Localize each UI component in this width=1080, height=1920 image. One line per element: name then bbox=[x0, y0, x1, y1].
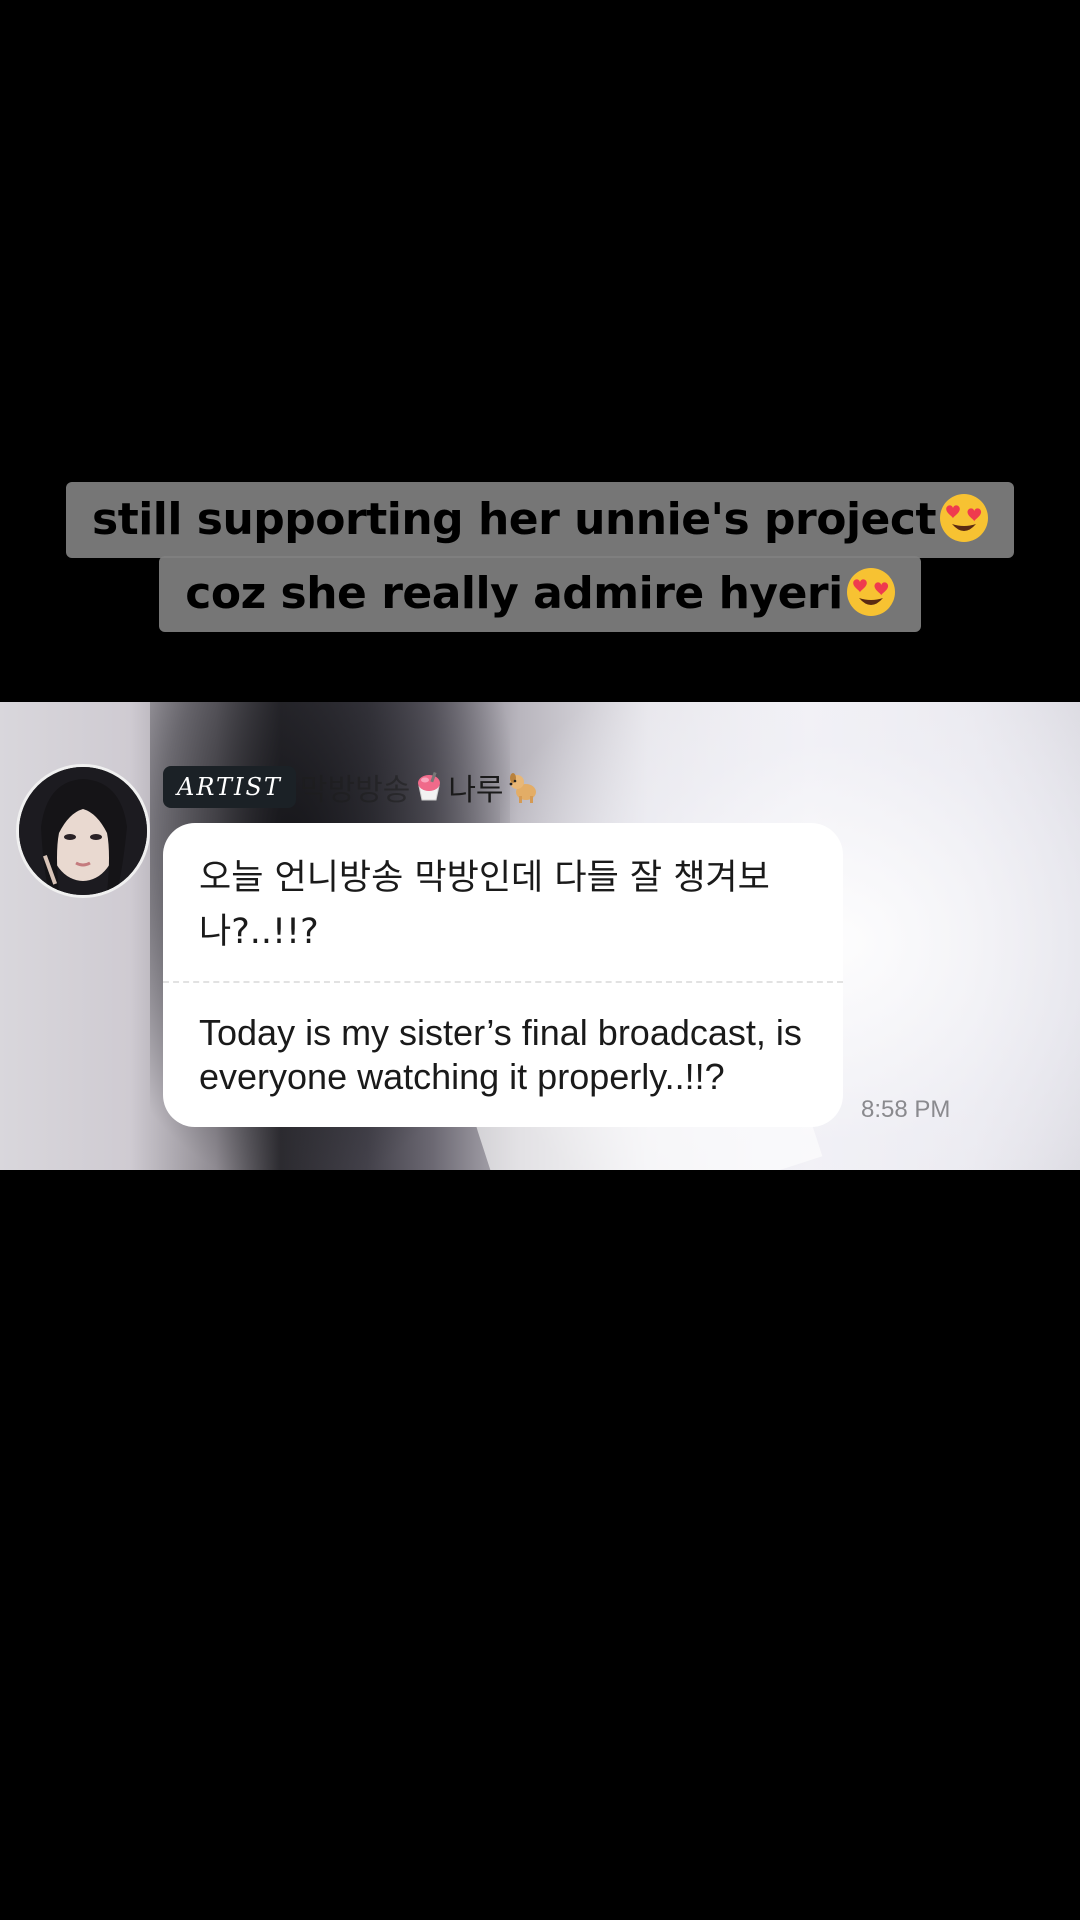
artist-badge: ARTIST bbox=[163, 766, 296, 808]
sender-name[interactable]: 막방방송 나루 bbox=[300, 765, 542, 809]
avatar[interactable] bbox=[16, 764, 150, 898]
caption-line-2: coz she really admire hyeri bbox=[159, 556, 921, 632]
caption-line-1: still supporting her unnie's project bbox=[66, 482, 1014, 558]
shaved-ice-icon bbox=[418, 771, 441, 801]
sender-name-prefix: 막방방송 bbox=[299, 773, 411, 808]
translation-divider bbox=[163, 981, 843, 983]
sender-name-text: 나루 bbox=[448, 773, 504, 808]
message-text-translation: Today is my sister’s final broadcast, is… bbox=[199, 1012, 802, 1097]
message-bubble[interactable]: 오늘 언니방송 막방인데 다들 잘 챙겨보나?..!!? Today is my… bbox=[163, 823, 843, 1127]
heart-eyes-emoji-icon bbox=[846, 568, 895, 616]
dog-icon bbox=[509, 773, 536, 803]
message-timestamp: 8:58 PM bbox=[861, 1096, 951, 1123]
avatar-photo-icon bbox=[19, 767, 147, 895]
video-caption: still supporting her unnie's project coz… bbox=[0, 482, 1080, 632]
sender-name-row: ARTIST 막방방송 나루 bbox=[163, 766, 542, 808]
caption-line-2-text: coz she really admire hyeri bbox=[185, 568, 843, 619]
message-text-korean: 오늘 언니방송 막방인데 다들 잘 챙겨보나?..!!? bbox=[199, 858, 770, 952]
caption-line-1-text: still supporting her unnie's project bbox=[92, 494, 937, 545]
heart-eyes-emoji-icon bbox=[940, 494, 988, 542]
